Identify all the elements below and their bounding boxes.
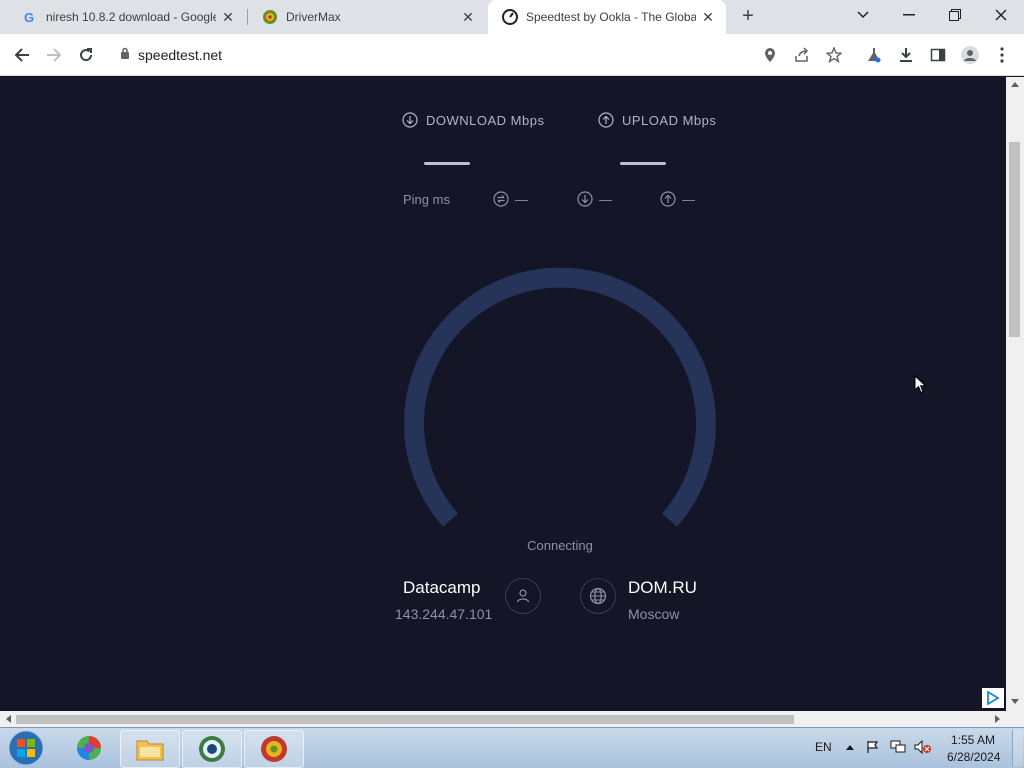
svg-text:G: G — [24, 10, 34, 24]
download-header: DOWNLOAD Mbps — [402, 112, 544, 128]
network-icon[interactable] — [890, 740, 906, 754]
scroll-right-icon[interactable] — [995, 715, 1001, 723]
bookmark-star-icon[interactable] — [822, 43, 846, 67]
vertical-scroll-thumb[interactable] — [1009, 142, 1020, 337]
adchoices-icon[interactable] — [982, 688, 1004, 708]
tab-title: niresh 10.8.2 download - Google — [46, 10, 216, 24]
user-icon[interactable] — [505, 578, 541, 614]
address-bar[interactable]: speedtest.net — [110, 40, 860, 70]
show-desktop-button[interactable] — [1012, 730, 1023, 766]
scroll-down-icon[interactable] — [1011, 699, 1019, 705]
upload-label: UPLOAD Mbps — [622, 112, 717, 128]
upload-value-placeholder — [620, 162, 666, 165]
upload-arrow-icon — [598, 112, 614, 128]
mouse-cursor-icon — [914, 375, 927, 394]
back-icon[interactable] — [10, 43, 34, 67]
google-icon: G — [22, 9, 38, 25]
folder-icon — [136, 740, 164, 761]
globe-icon[interactable] — [580, 578, 616, 614]
windows-logo-icon — [8, 730, 44, 766]
volume-muted-icon[interactable] — [914, 740, 932, 754]
tab-google-search[interactable]: G niresh 10.8.2 download - Google ✕ — [8, 0, 246, 34]
scroll-up-icon[interactable] — [1011, 81, 1019, 87]
ping-download: — — [577, 191, 612, 207]
menu-kebab-icon[interactable] — [990, 43, 1014, 67]
ping-label: Ping ms — [403, 192, 450, 207]
speedtest-page: DOWNLOAD Mbps UPLOAD Mbps Ping ms — — — … — [0, 77, 1006, 711]
extension-lab-icon[interactable] — [862, 43, 886, 67]
restore-button[interactable] — [932, 0, 978, 30]
taskbar-drivermax[interactable] — [244, 730, 304, 768]
tab-title: Speedtest by Ookla - The Globa — [526, 10, 696, 24]
reload-icon[interactable] — [74, 43, 98, 67]
lock-icon[interactable] — [120, 46, 130, 64]
ping-download-icon — [577, 191, 593, 207]
tab-drivermax[interactable]: DriverMax ✕ — [248, 0, 486, 34]
side-panel-icon[interactable] — [926, 43, 950, 67]
close-tab-icon[interactable]: ✕ — [220, 9, 236, 25]
drivermax-icon — [262, 9, 278, 25]
download-icon[interactable] — [894, 43, 918, 67]
taskbar-browser-app[interactable] — [60, 730, 118, 766]
scrollbar-corner — [1006, 711, 1024, 727]
location-icon[interactable] — [758, 43, 782, 67]
host-name[interactable]: Datacamp — [403, 578, 480, 598]
profile-avatar-icon[interactable] — [958, 43, 982, 67]
forward-icon[interactable] — [42, 43, 66, 67]
tab-title: DriverMax — [286, 10, 341, 24]
browser-toolbar: speedtest.net — [0, 34, 1024, 76]
close-window-button[interactable] — [978, 0, 1024, 30]
close-tab-icon[interactable]: ✕ — [700, 9, 716, 25]
clock-time[interactable]: 1:55 AM — [951, 733, 995, 747]
windows-taskbar: EN 1:55 AM 6/28/2024 — [0, 727, 1024, 768]
language-indicator[interactable]: EN — [815, 740, 832, 754]
ping-upload-icon — [660, 191, 676, 207]
minimize-button[interactable] — [886, 0, 932, 30]
show-hidden-icons-icon[interactable] — [846, 744, 854, 750]
host-ip: 143.244.47.101 — [395, 606, 493, 622]
drivermax-taskbar-icon — [261, 736, 287, 762]
ping-idle-icon — [493, 191, 509, 207]
tab-search-icon[interactable] — [840, 0, 886, 30]
download-arrow-icon — [402, 112, 418, 128]
ping-upload: — — [660, 191, 695, 207]
horizontal-scroll-thumb[interactable] — [16, 715, 794, 724]
download-value-placeholder — [424, 162, 470, 165]
download-label: DOWNLOAD Mbps — [426, 112, 545, 128]
status-text: Connecting — [527, 538, 593, 553]
horizontal-scrollbar[interactable] — [0, 711, 1006, 727]
ping-idle: — — [493, 191, 528, 207]
speedtest-icon — [502, 9, 518, 25]
start-button[interactable] — [6, 729, 46, 767]
clock-date[interactable]: 6/28/2024 — [947, 750, 1000, 764]
isp-location: Moscow — [628, 606, 680, 622]
upload-header: UPLOAD Mbps — [598, 112, 716, 128]
ping-download-value: — — [599, 191, 612, 207]
chrome-icon — [199, 736, 225, 762]
scroll-left-icon[interactable] — [5, 715, 11, 723]
new-tab-button[interactable]: + — [737, 6, 759, 28]
ping-idle-value: — — [515, 191, 528, 207]
url-text: speedtest.net — [138, 47, 223, 63]
share-icon[interactable] — [790, 43, 814, 67]
tab-strip: G niresh 10.8.2 download - Google ✕ Driv… — [0, 0, 1024, 34]
speed-gauge — [404, 267, 716, 527]
ping-upload-value: — — [682, 191, 695, 207]
action-center-flag-icon[interactable] — [866, 740, 880, 754]
tab-speedtest[interactable]: Speedtest by Ookla - The Globa ✕ — [488, 0, 726, 34]
vertical-scrollbar[interactable] — [1006, 77, 1024, 711]
isp-name[interactable]: DOM.RU — [628, 578, 697, 598]
taskbar-explorer[interactable] — [120, 730, 180, 768]
taskbar-chrome[interactable] — [182, 730, 242, 768]
close-tab-icon[interactable]: ✕ — [460, 9, 476, 25]
sphere-app-icon — [77, 736, 101, 760]
ping-label-text: Ping ms — [403, 192, 450, 207]
